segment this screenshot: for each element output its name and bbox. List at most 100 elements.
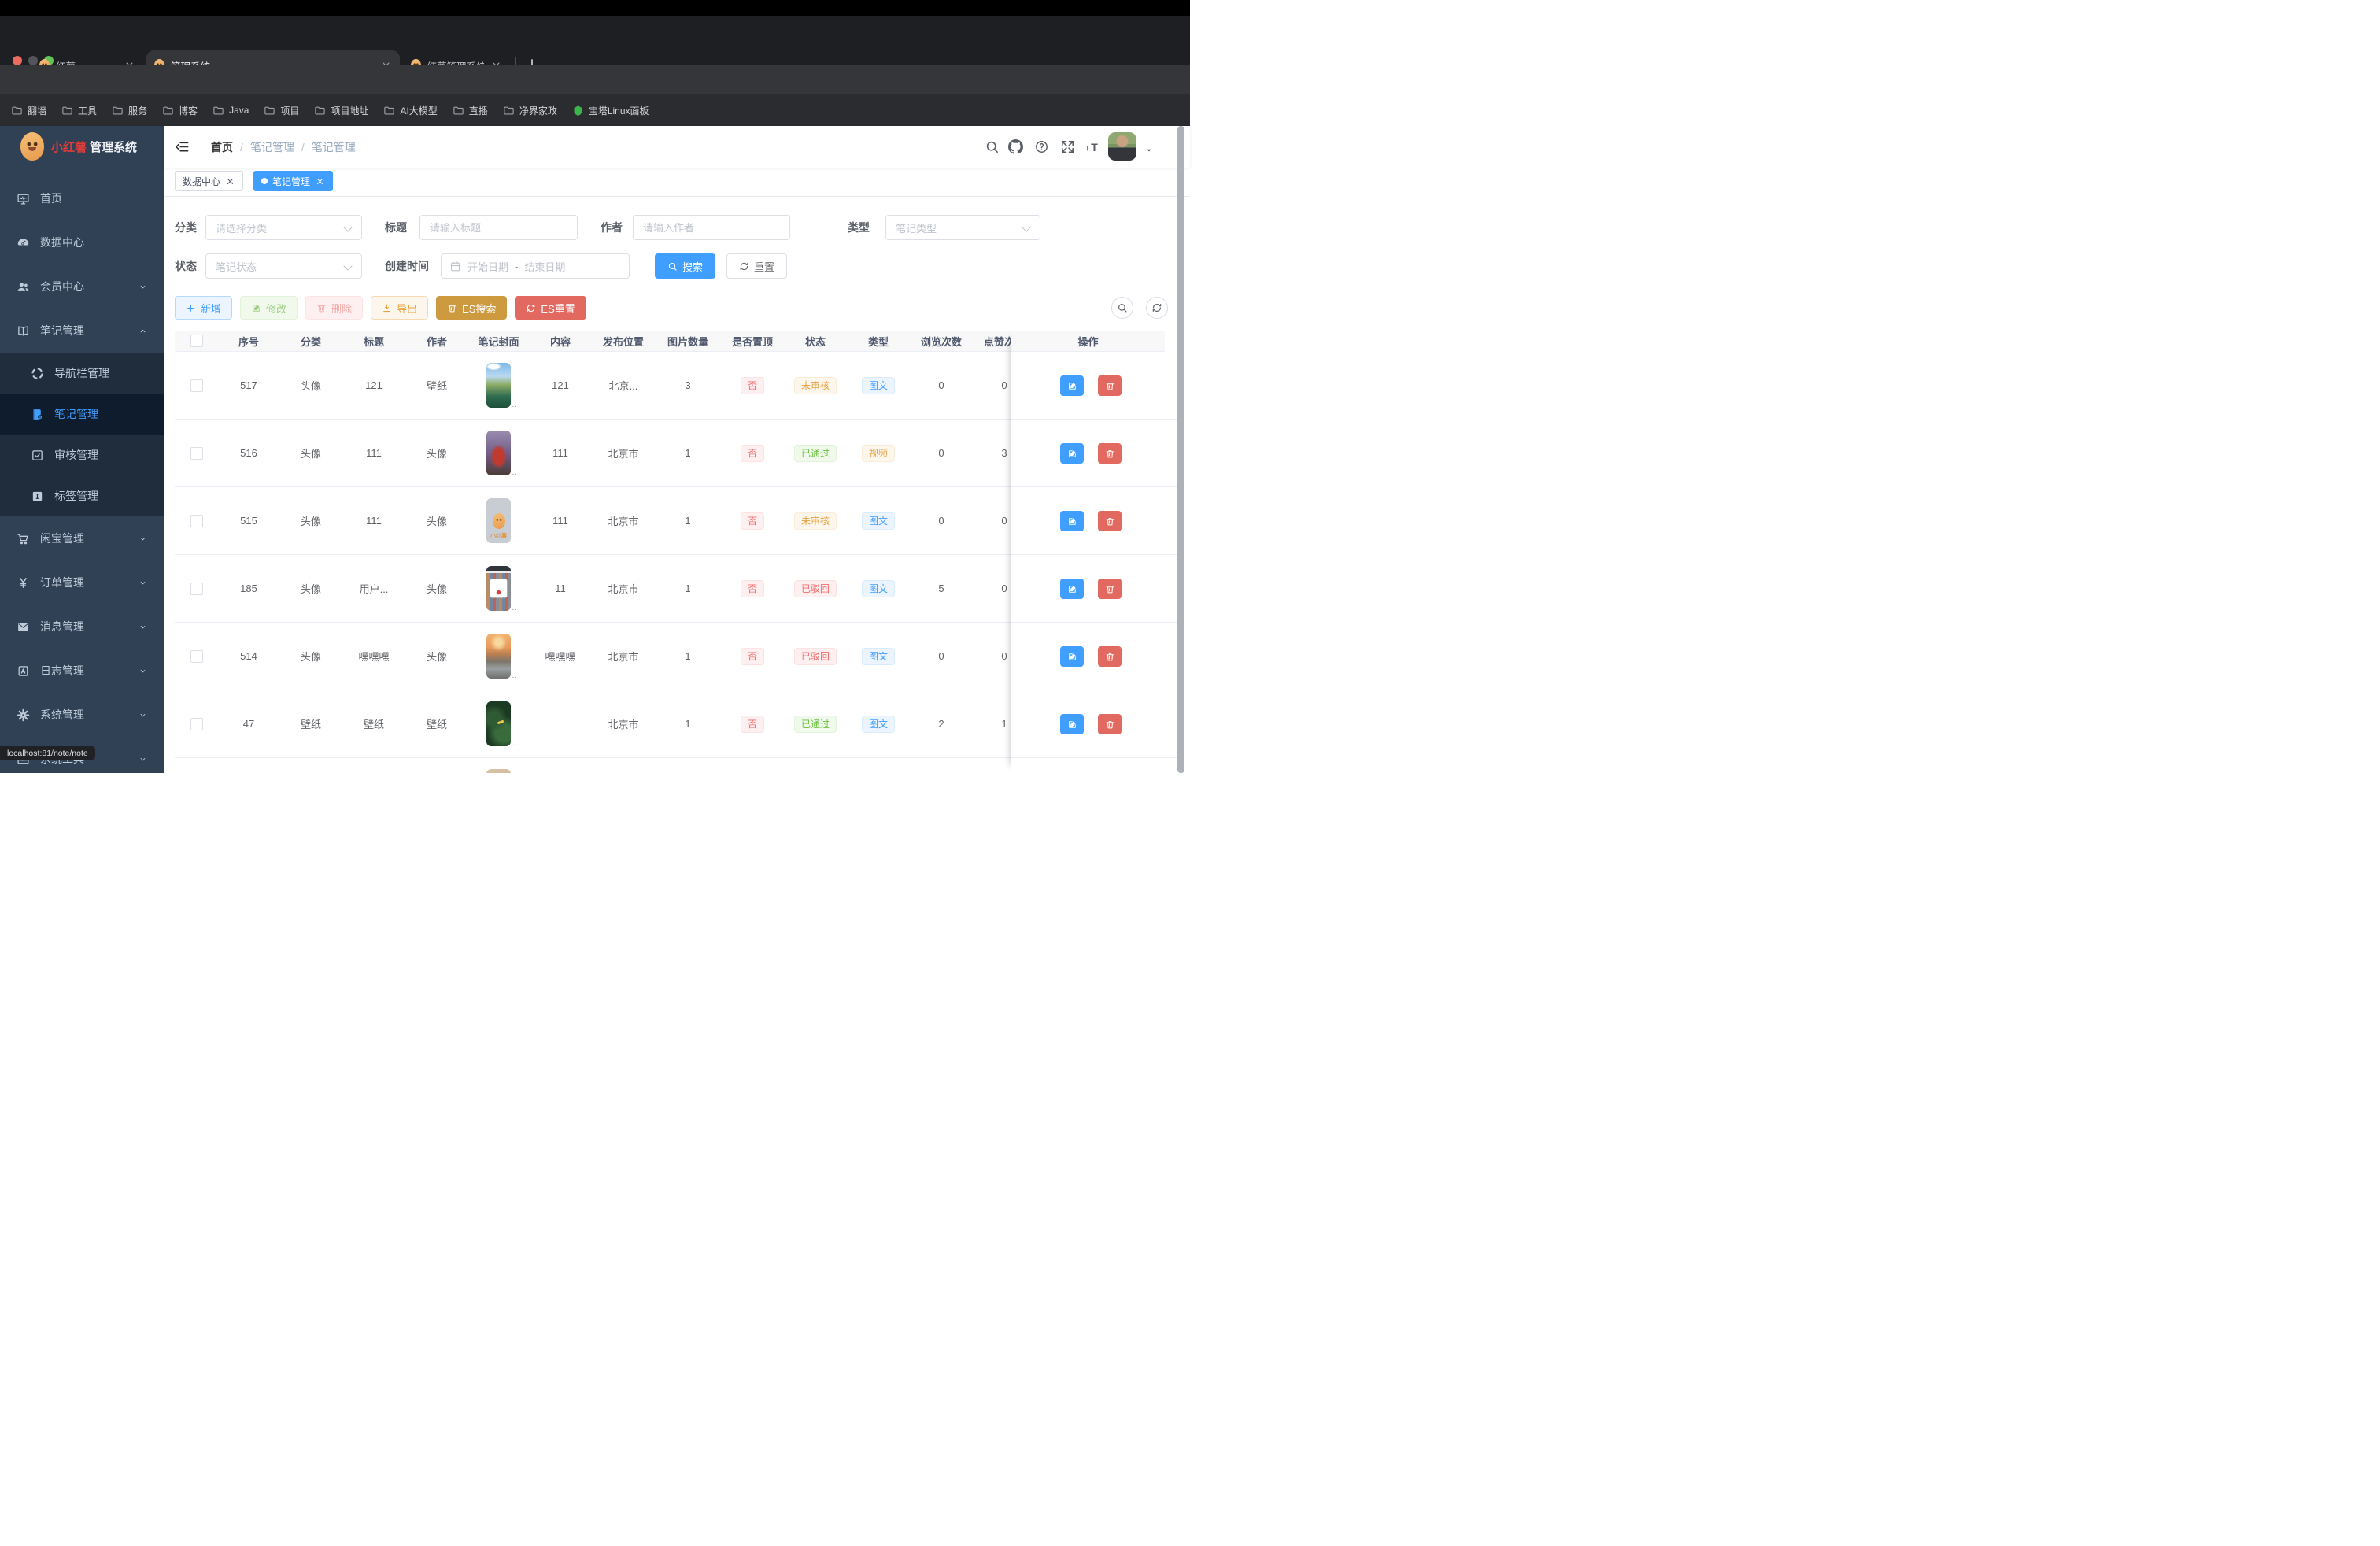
- date-range-picker[interactable]: 开始日期 - 结束日期: [441, 253, 630, 279]
- tag-close-icon[interactable]: [315, 176, 325, 187]
- refresh-table-button[interactable]: [1146, 297, 1168, 319]
- cell-title: 用户...: [342, 555, 405, 622]
- sidebar-item-数据中心[interactable]: 数据中心: [0, 220, 164, 264]
- sidebar-item-标签管理[interactable]: 标签管理: [0, 475, 164, 516]
- es-reset-button[interactable]: ES重置: [515, 296, 586, 320]
- bookmark-item[interactable]: 项目地址: [314, 104, 368, 117]
- fullscreen-icon[interactable]: [1060, 139, 1075, 154]
- edit-row-button[interactable]: [1060, 646, 1084, 667]
- status-select[interactable]: 笔记状态: [205, 253, 362, 279]
- edit-row-button[interactable]: [1060, 714, 1084, 734]
- bookmark-item[interactable]: AI大模型: [383, 104, 437, 117]
- tag-笔记管理[interactable]: 笔记管理: [253, 171, 333, 191]
- sidebar-item-笔记管理[interactable]: 笔记管理: [0, 394, 164, 435]
- red-figurine-cover-image[interactable]: [486, 431, 511, 475]
- breadcrumb-item[interactable]: 笔记管理: [250, 139, 294, 155]
- select-all-checkbox[interactable]: [190, 335, 203, 347]
- row-checkbox[interactable]: [190, 379, 203, 392]
- bookmark-item[interactable]: 服务: [112, 104, 147, 117]
- bookmarks-bar: 翻墙 工具 服务 博客 Java 项目 项目地址 AI大模型 直播 净界家政 宝塔Linux面板: [0, 94, 1190, 126]
- mail-icon: [17, 620, 30, 634]
- row-checkbox[interactable]: [190, 650, 203, 663]
- edit-row-button[interactable]: [1060, 511, 1084, 531]
- sidebar-item-消息管理[interactable]: 消息管理: [0, 605, 164, 649]
- tag-close-icon[interactable]: [225, 176, 235, 187]
- author-input[interactable]: [633, 215, 790, 240]
- sidebar-item-闲宝管理[interactable]: 闲宝管理: [0, 516, 164, 560]
- bookmark-item[interactable]: 博客: [162, 104, 198, 117]
- bookmark-item[interactable]: Java: [213, 105, 249, 117]
- page-scrollbar[interactable]: [1177, 126, 1184, 773]
- delete-row-button[interactable]: [1098, 579, 1122, 599]
- breadcrumb-item[interactable]: 笔记管理: [312, 139, 356, 155]
- column-header: 状态: [784, 334, 847, 349]
- header-search-icon[interactable]: [985, 139, 1000, 154]
- user-avatar[interactable]: [1108, 132, 1136, 161]
- sidebar-item-首页[interactable]: 首页: [0, 176, 164, 220]
- sidebar-item-日志管理[interactable]: 日志管理: [0, 649, 164, 693]
- delete-row-button[interactable]: [1098, 714, 1122, 734]
- title-input[interactable]: [419, 215, 578, 240]
- edit-square-icon: [1067, 719, 1077, 730]
- sidebar-item-订单管理[interactable]: 订单管理: [0, 560, 164, 605]
- row-checkbox[interactable]: [190, 447, 203, 460]
- cell-content: 111: [529, 420, 592, 486]
- sidebar-item-会员中心[interactable]: 会员中心: [0, 264, 164, 309]
- edit-row-button[interactable]: [1060, 375, 1084, 396]
- sidebar-item-审核管理[interactable]: 审核管理: [0, 435, 164, 475]
- sidebar-item-笔记管理[interactable]: 笔记管理: [0, 309, 164, 353]
- cell-category: 头像: [279, 555, 342, 622]
- sunset-beach-cover-image[interactable]: [486, 634, 511, 679]
- button-label: ES搜索: [462, 301, 496, 316]
- row-checkbox[interactable]: [190, 515, 203, 527]
- edit-row-button[interactable]: [1060, 579, 1084, 599]
- delete-row-button[interactable]: [1098, 375, 1122, 396]
- avatar-caret-icon[interactable]: [1144, 146, 1154, 155]
- tag-数据中心[interactable]: 数据中心: [175, 171, 243, 191]
- lotus-pond-cover-image[interactable]: [486, 363, 511, 408]
- cell-pinned: 否: [721, 555, 784, 622]
- category-select[interactable]: 请选择分类: [205, 215, 362, 240]
- edit-button[interactable]: 修改: [240, 296, 298, 320]
- fontsize-icon[interactable]: TT: [1085, 139, 1100, 154]
- row-checkbox[interactable]: [190, 718, 203, 730]
- reset-button[interactable]: 重置: [726, 253, 787, 279]
- show-search-toggle-button[interactable]: [1111, 297, 1133, 319]
- sidebar-item-label: 系统管理: [40, 707, 84, 723]
- bookmark-item[interactable]: 翻墙: [11, 104, 46, 117]
- sidebar-fold-icon[interactable]: [175, 139, 190, 154]
- alibaba-cover-image[interactable]: 阿里巴巴: [486, 769, 511, 773]
- help-icon[interactable]: [1034, 139, 1049, 154]
- forest-aerial-cover-image[interactable]: [486, 701, 511, 746]
- gear-icon: [17, 708, 30, 722]
- bookmark-item[interactable]: 直播: [453, 104, 488, 117]
- bookmark-item[interactable]: 净界家政: [503, 104, 557, 117]
- edit-square-icon: [251, 303, 261, 313]
- search-button-label: 搜索: [682, 259, 703, 274]
- add-button[interactable]: 新增: [175, 296, 232, 320]
- sidebar-item-导航栏管理[interactable]: 导航栏管理: [0, 353, 164, 394]
- cell-id: 513: [218, 758, 279, 773]
- bookmark-item[interactable]: 宝塔Linux面板: [572, 104, 649, 117]
- xiaohongshu-cover-image[interactable]: 小红薯: [486, 498, 511, 543]
- edit-row-button[interactable]: [1060, 443, 1084, 464]
- delete-row-button[interactable]: [1098, 443, 1122, 464]
- export-button[interactable]: 导出: [371, 296, 428, 320]
- delete-button[interactable]: 删除: [305, 296, 363, 320]
- es-search-button[interactable]: ES搜索: [436, 296, 507, 320]
- cell-id: 517: [218, 352, 279, 419]
- sidebar-item-系统管理[interactable]: 系统管理: [0, 693, 164, 737]
- pinned-badge: 否: [741, 648, 764, 665]
- delete-row-button[interactable]: [1098, 511, 1122, 531]
- bookmark-item[interactable]: 工具: [61, 104, 97, 117]
- app-logo[interactable]: 小红薯管理系统: [20, 132, 137, 161]
- app-shot-cover-image[interactable]: [486, 566, 511, 611]
- github-icon[interactable]: [1008, 139, 1023, 154]
- bookmark-item[interactable]: 项目: [264, 104, 299, 117]
- search-button[interactable]: 搜索: [655, 253, 715, 279]
- row-checkbox[interactable]: [190, 583, 203, 595]
- breadcrumb-item[interactable]: 首页: [211, 139, 233, 155]
- cell-select: [175, 352, 218, 419]
- type-select[interactable]: 笔记类型: [885, 215, 1040, 240]
- delete-row-button[interactable]: [1098, 646, 1122, 667]
